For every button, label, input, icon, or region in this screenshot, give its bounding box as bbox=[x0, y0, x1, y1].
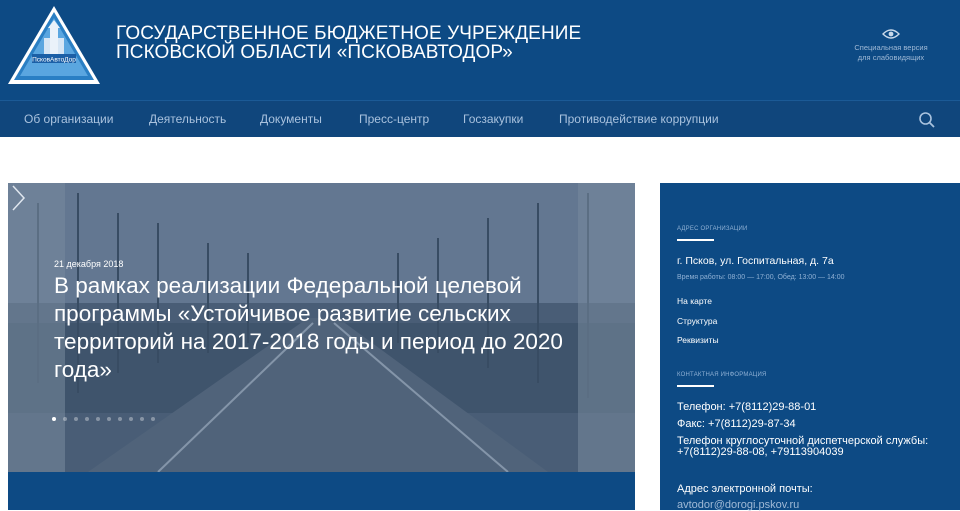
org-title-line2: ПСКОВСКОЙ ОБЛАСТИ «ПСКОВАВТОДОР» bbox=[116, 42, 513, 63]
accessibility-line1: Специальная версия bbox=[854, 43, 928, 52]
nav-item-procurement[interactable]: Госзакупки bbox=[463, 112, 523, 126]
caption-divider bbox=[677, 385, 714, 387]
org-title[interactable]: ГОСУДАРСТВЕННОЕ БЮДЖЕТНОЕ УЧРЕЖДЕНИЕ ПСК… bbox=[116, 24, 581, 62]
slider-dot[interactable] bbox=[118, 417, 122, 421]
news-slider: 21 декабря 2018 В рамках реализации Феде… bbox=[8, 183, 635, 510]
map-link[interactable]: На карте bbox=[677, 296, 712, 306]
chevron-right-icon[interactable] bbox=[8, 183, 28, 213]
accessibility-version-link[interactable]: Специальная версия для слабовидящих bbox=[846, 28, 936, 63]
dispatch-phone: Телефон круглосуточной диспетчерской слу… bbox=[677, 435, 929, 458]
logo-text: ПсковАвтоДор bbox=[32, 57, 76, 64]
nav-item-about[interactable]: Об организации bbox=[24, 112, 113, 126]
nav-item-press-center[interactable]: Пресс-центр bbox=[359, 112, 429, 126]
slider-dot[interactable] bbox=[96, 417, 100, 421]
address-caption: АДРЕС ОРГАНИЗАЦИИ bbox=[677, 226, 748, 232]
eye-icon bbox=[882, 29, 900, 39]
slider-dot[interactable] bbox=[151, 417, 155, 421]
requisites-link[interactable]: Реквизиты bbox=[677, 335, 719, 345]
email-link[interactable]: avtodor@dorogi.pskov.ru bbox=[677, 499, 799, 511]
slider-dot[interactable] bbox=[63, 417, 67, 421]
site-header: ПсковАвтоДор ГОСУДАРСТВЕННОЕ БЮДЖЕТНОЕ У… bbox=[0, 0, 960, 100]
phone-number: Телефон: +7(8112)29-88-01 bbox=[677, 401, 817, 413]
search-icon[interactable] bbox=[918, 111, 936, 129]
slider-dot[interactable] bbox=[52, 417, 56, 421]
nav-item-anti-corruption[interactable]: Противодействие коррупции bbox=[559, 112, 719, 126]
nav-item-activity[interactable]: Деятельность bbox=[149, 112, 226, 126]
contacts-caption: КОНТАКТНАЯ ИНФОРМАЦИЯ bbox=[677, 372, 767, 378]
slider-dot[interactable] bbox=[107, 417, 111, 421]
slide-title[interactable]: В рамках реализации Федеральной целевой … bbox=[54, 272, 574, 384]
contact-info-panel: АДРЕС ОРГАНИЗАЦИИ г. Псков, ул. Госпитал… bbox=[660, 183, 960, 511]
working-hours: Время работы: 08:00 — 17:00, Обед: 13:00… bbox=[677, 274, 845, 281]
nav-item-documents[interactable]: Документы bbox=[260, 112, 322, 126]
pskovavtodor-logo[interactable]: ПсковАвтоДор bbox=[6, 4, 102, 86]
address-text: г. Псков, ул. Госпитальная, д. 7а bbox=[677, 255, 834, 267]
slider-dot[interactable] bbox=[74, 417, 78, 421]
slide-date: 21 декабря 2018 bbox=[54, 259, 124, 269]
slider-dot[interactable] bbox=[85, 417, 89, 421]
caption-divider bbox=[677, 239, 714, 241]
slider-dot[interactable] bbox=[129, 417, 133, 421]
org-title-line1: ГОСУДАРСТВЕННОЕ БЮДЖЕТНОЕ УЧРЕЖДЕНИЕ bbox=[116, 23, 582, 44]
fax-number: Факс: +7(8112)29-87-34 bbox=[677, 418, 796, 430]
structure-link[interactable]: Структура bbox=[677, 316, 717, 326]
accessibility-line2: для слабовидящих bbox=[857, 53, 925, 62]
slider-dot[interactable] bbox=[140, 417, 144, 421]
slide-photo: 21 декабря 2018 В рамках реализации Феде… bbox=[8, 183, 635, 472]
main-nav: Об организации Деятельность Документы Пр… bbox=[0, 100, 960, 137]
email-label: Адрес электронной почты: bbox=[677, 483, 813, 495]
